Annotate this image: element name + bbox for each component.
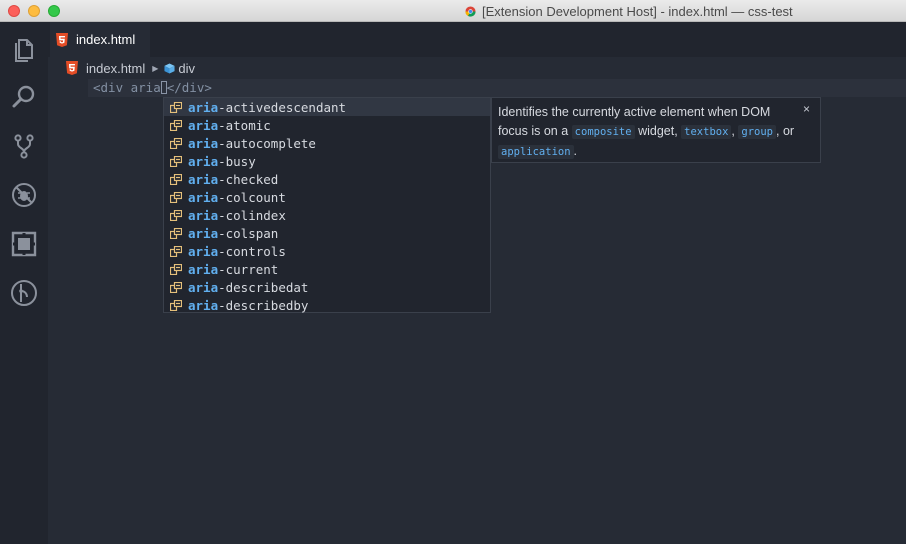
property-icon [170, 101, 182, 113]
suggestion-item[interactable]: aria-controls [164, 242, 490, 260]
suggestion-label: aria-colspan [188, 226, 278, 241]
suggestion-suffix: -autocomplete [218, 135, 316, 151]
suggestion-item[interactable]: aria-atomic [164, 116, 490, 134]
suggestion-suffix: -describedby [218, 297, 309, 313]
suggestion-item[interactable]: aria-describedat [164, 278, 490, 296]
zoom-window-button[interactable] [48, 5, 60, 17]
suggestion-match: aria [188, 153, 219, 169]
source-control-icon[interactable] [10, 132, 38, 160]
suggestion-match: aria [188, 189, 219, 205]
suggestion-label: aria-controls [188, 244, 286, 259]
suggestion-match: aria [188, 279, 219, 295]
breadcrumb-file[interactable]: index.html [86, 61, 145, 76]
suggestion-suffix: -colspan [218, 225, 279, 241]
suggestion-item[interactable]: aria-autocomplete [164, 134, 490, 152]
close-window-button[interactable] [8, 5, 20, 17]
suggestion-label: aria-describedat [188, 280, 308, 295]
suggestion-label: aria-autocomplete [188, 136, 316, 151]
details-code-group: group [738, 125, 776, 139]
extensions-icon[interactable] [10, 230, 38, 258]
property-icon [170, 281, 182, 293]
minimize-window-button[interactable] [28, 5, 40, 17]
suggestion-match: aria [188, 297, 219, 313]
suggestion-suffix: -activedescendant [218, 99, 347, 115]
property-icon [170, 299, 182, 311]
suggestion-suffix: -busy [218, 153, 256, 169]
suggestion-match: aria [188, 171, 219, 187]
suggestion-suffix: -controls [218, 243, 286, 259]
suggestion-suffix: -current [218, 261, 279, 277]
property-icon [170, 227, 182, 239]
close-icon[interactable]: × [803, 100, 810, 119]
property-icon [170, 155, 182, 167]
code-close-tag: </div> [166, 80, 212, 95]
property-icon [170, 245, 182, 257]
property-icon [170, 209, 182, 221]
suggestion-suffix: -colindex [218, 207, 286, 223]
explorer-icon[interactable] [10, 34, 38, 62]
git-lens-icon[interactable] [10, 279, 38, 307]
suggestion-suffix: -colcount [218, 189, 286, 205]
property-icon [170, 173, 182, 185]
tab-bar: index.html [48, 22, 906, 57]
details-code-application: application [498, 145, 574, 159]
property-icon [170, 191, 182, 203]
suggestion-match: aria [188, 261, 219, 277]
suggestion-label: aria-colcount [188, 190, 286, 205]
suggestion-suffix: -describedat [218, 279, 309, 295]
tab-index-html[interactable]: index.html [50, 22, 150, 57]
suggestion-item[interactable]: aria-colindex [164, 206, 490, 224]
suggestion-label: aria-checked [188, 172, 278, 187]
suggestion-label: aria-current [188, 262, 278, 277]
breadcrumb: index.html ▶ div [66, 59, 195, 77]
details-code-textbox: textbox [681, 125, 732, 139]
suggestion-item[interactable]: aria-current [164, 260, 490, 278]
breadcrumb-element[interactable]: div [178, 61, 195, 76]
debug-icon[interactable] [10, 181, 38, 209]
details-code-composite: composite [571, 125, 635, 139]
suggestion-item[interactable]: aria-activedescendant [164, 98, 490, 116]
details-text: , or [776, 124, 795, 138]
chevron-right-icon: ▶ [152, 63, 159, 73]
property-icon [170, 263, 182, 275]
suggestion-suffix: -checked [218, 171, 279, 187]
window-title: [Extension Development Host] - index.htm… [465, 3, 793, 19]
suggestion-item[interactable]: aria-colspan [164, 224, 490, 242]
suggestion-label: aria-atomic [188, 118, 271, 133]
suggestion-match: aria [188, 225, 219, 241]
activity-bar [0, 22, 48, 544]
suggestion-label: aria-activedescendant [188, 100, 346, 115]
chrome-icon [465, 5, 476, 17]
details-text: . [573, 144, 578, 158]
html5-icon [56, 32, 68, 47]
cube-icon [164, 62, 175, 74]
suggestion-suffix: -atomic [218, 117, 271, 133]
suggestion-match: aria [188, 99, 219, 115]
code-open-tag: <div aria [93, 80, 161, 95]
suggestion-label: aria-colindex [188, 208, 286, 223]
details-text: widget, [638, 124, 678, 138]
suggestion-label: aria-busy [188, 154, 256, 169]
window-title-text: [Extension Development Host] - index.htm… [482, 3, 793, 19]
suggestion-label: aria-describedby [188, 298, 308, 313]
property-icon [170, 119, 182, 131]
suggestion-match: aria [188, 207, 219, 223]
property-icon [170, 137, 182, 149]
suggestion-item[interactable]: aria-busy [164, 152, 490, 170]
suggestion-item[interactable]: aria-colcount [164, 188, 490, 206]
code-line[interactable]: <div aria </div> [93, 80, 212, 96]
search-icon[interactable] [10, 83, 38, 111]
suggestion-details: Identifies the currently active element … [491, 97, 821, 163]
suggestion-match: aria [188, 243, 219, 259]
tab-label: index.html [76, 32, 136, 47]
suggestion-match: aria [188, 135, 219, 151]
suggestion-match: aria [188, 117, 219, 133]
title-bar: [Extension Development Host] - index.htm… [0, 0, 906, 22]
suggestion-item[interactable]: aria-describedby [164, 296, 490, 314]
suggestion-item[interactable]: aria-checked [164, 170, 490, 188]
suggestion-widget: aria-activedescendant aria-atomic aria-aut… [163, 97, 491, 313]
html5-icon [66, 61, 78, 75]
details-text: , [731, 124, 735, 138]
